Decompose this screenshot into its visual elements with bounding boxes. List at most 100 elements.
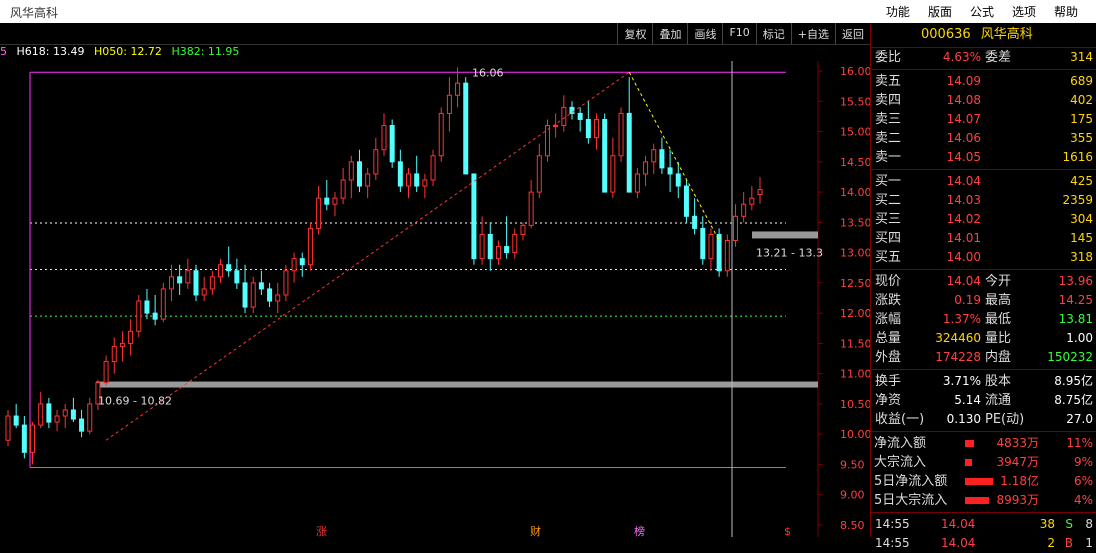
flow-label: 5日净流入额 (874, 474, 948, 489)
fund-label: 净资 (875, 393, 902, 408)
menu-formula[interactable]: 公式 (970, 3, 994, 20)
ask-row: 卖一 14.05 1616 (871, 148, 1096, 167)
y-tick-label: 10.50 (840, 398, 870, 411)
candle-body (103, 361, 109, 384)
candle-body (332, 197, 338, 205)
bid-price: 14.03 (946, 193, 981, 207)
candle-body (381, 125, 387, 151)
candle-body (561, 106, 567, 127)
add-watchlist-button[interactable]: +自选 (790, 23, 835, 44)
y-tick-label: 12.00 (840, 307, 870, 320)
bid-volume: 2359 (1062, 193, 1093, 207)
bid-volume: 425 (1070, 174, 1093, 188)
candle-body (46, 403, 52, 423)
divider (871, 369, 1096, 370)
fund-value: 8.95亿 (1054, 374, 1093, 388)
quote-panel: 000636 风华高科 委比 4.63% 委差 314 卖五 14.09 689 卖四… (870, 23, 1096, 550)
candle-body (438, 112, 444, 157)
y-tick-label: 9.50 (840, 458, 865, 471)
quote-label: 今开 (985, 274, 1012, 289)
candle-body (168, 276, 174, 290)
fund-label: PE(动) (985, 412, 1025, 427)
menu-help[interactable]: 帮助 (1054, 3, 1078, 20)
y-tick-label: 13.00 (840, 247, 870, 260)
candle-body (267, 288, 273, 302)
divider (871, 169, 1096, 170)
flow-percent: 6% (1073, 474, 1093, 488)
stock-name: 风华高科 (980, 27, 1033, 42)
range-label-high: 13.21 - 13.3 (756, 246, 823, 259)
candle-body (62, 409, 68, 417)
candle-body (487, 233, 493, 260)
quote-value: 150232 (1047, 350, 1093, 364)
candle-body (553, 125, 559, 128)
chart-toolbar: 复权 叠加 画线 F10 标记 +自选 返回 (0, 23, 870, 45)
trend-line-down (628, 72, 720, 241)
quote-block: 现价 14.04 今开 13.96 涨跌 0.19 最高 14.25 涨幅 1.37% 最低 13.8… (871, 272, 1096, 367)
y-tick-label: 15.00 (840, 126, 870, 139)
candle-body (512, 233, 518, 254)
menu-function[interactable]: 功能 (886, 3, 910, 20)
quote-value: 13.81 (1058, 312, 1093, 326)
candle-body (757, 189, 763, 196)
flow-percent: 11% (1066, 436, 1093, 450)
tick-side: S (1065, 517, 1073, 531)
quote-value: 174228 (935, 350, 981, 364)
f10-button[interactable]: F10 (722, 23, 755, 44)
flow-percent: 4% (1073, 493, 1093, 507)
ask-volume: 175 (1070, 112, 1093, 126)
mark-button[interactable]: 标记 (755, 23, 791, 44)
menu-layout[interactable]: 版面 (928, 3, 952, 20)
event-marker: 涨 (316, 525, 327, 537)
indicator-legend: 5 H618: 13.49 H050: 12.72 H382: 11.95 (0, 45, 239, 61)
tick-list: 14:55 14.04 38 S 8 14:55 14.04 2 B 1 (871, 515, 1096, 553)
y-tick-label: 16.00 (840, 65, 870, 78)
menu-options[interactable]: 选项 (1012, 3, 1036, 20)
fund-value: 0.130 (946, 412, 981, 426)
candle-body (577, 112, 583, 120)
overlay-button[interactable]: 叠加 (652, 23, 687, 44)
ask-price: 14.06 (946, 131, 981, 145)
candle-body (258, 282, 264, 290)
flow-amount: 8993万 (996, 493, 1039, 507)
draw-line-button[interactable]: 画线 (687, 23, 722, 44)
ask-label: 卖一 (875, 150, 902, 165)
flow-label: 5日大宗流入 (874, 493, 948, 508)
candle-body (732, 215, 738, 242)
high-label: 16.06 (472, 66, 504, 79)
candle-body (348, 161, 354, 181)
candle-body (54, 415, 60, 423)
candle-body (724, 240, 730, 272)
y-tick-label: 15.50 (840, 95, 870, 108)
ask-label: 卖五 (875, 74, 902, 89)
divider (871, 69, 1096, 70)
y-tick-label: 12.50 (840, 277, 870, 290)
candle-body (242, 282, 248, 308)
candle-body (618, 112, 624, 157)
window-title: 风华高科 (10, 6, 59, 20)
candle-body (185, 270, 191, 284)
ask-volume: 1616 (1062, 150, 1093, 164)
candle-body (700, 227, 706, 260)
back-button[interactable]: 返回 (835, 23, 870, 44)
y-tick-label: 14.00 (840, 186, 870, 199)
candle-body (177, 276, 183, 284)
legend-h382: H382: 11.95 (171, 45, 240, 58)
quote-value: 13.96 (1058, 274, 1093, 288)
fund-value: 5.14 (954, 393, 981, 407)
fundamentals-block: 换手 3.71% 股本 8.95亿 净资 5.14 流通 8.75亿 收益(一) 0.130 PE(… (871, 372, 1096, 429)
restore-rights-button[interactable]: 复权 (617, 23, 652, 44)
bid-book: 买一 14.04 425 买二 14.03 2359 买三 14.02 304 买四 14.01 14… (871, 172, 1096, 267)
candle-body (111, 345, 117, 363)
bid-label: 买四 (875, 231, 902, 246)
candle-body (659, 149, 665, 169)
candle-body (201, 288, 207, 296)
legend-prefix: 5 (0, 45, 7, 58)
fund-value: 3.71% (942, 374, 981, 388)
flow-amount: 1.18亿 (1000, 474, 1039, 488)
flow-bar (965, 478, 993, 485)
fund-row: 净资 5.14 流通 8.75亿 (871, 391, 1096, 410)
flow-row: 净流入额 4833万 11% (871, 434, 1096, 453)
tick-row: 14:55 14.04 38 S 8 (871, 515, 1096, 534)
kline-chart[interactable]: 16.00 15.50 15.00 14.50 14.00 13.50 13.00 12.50… (0, 61, 870, 537)
